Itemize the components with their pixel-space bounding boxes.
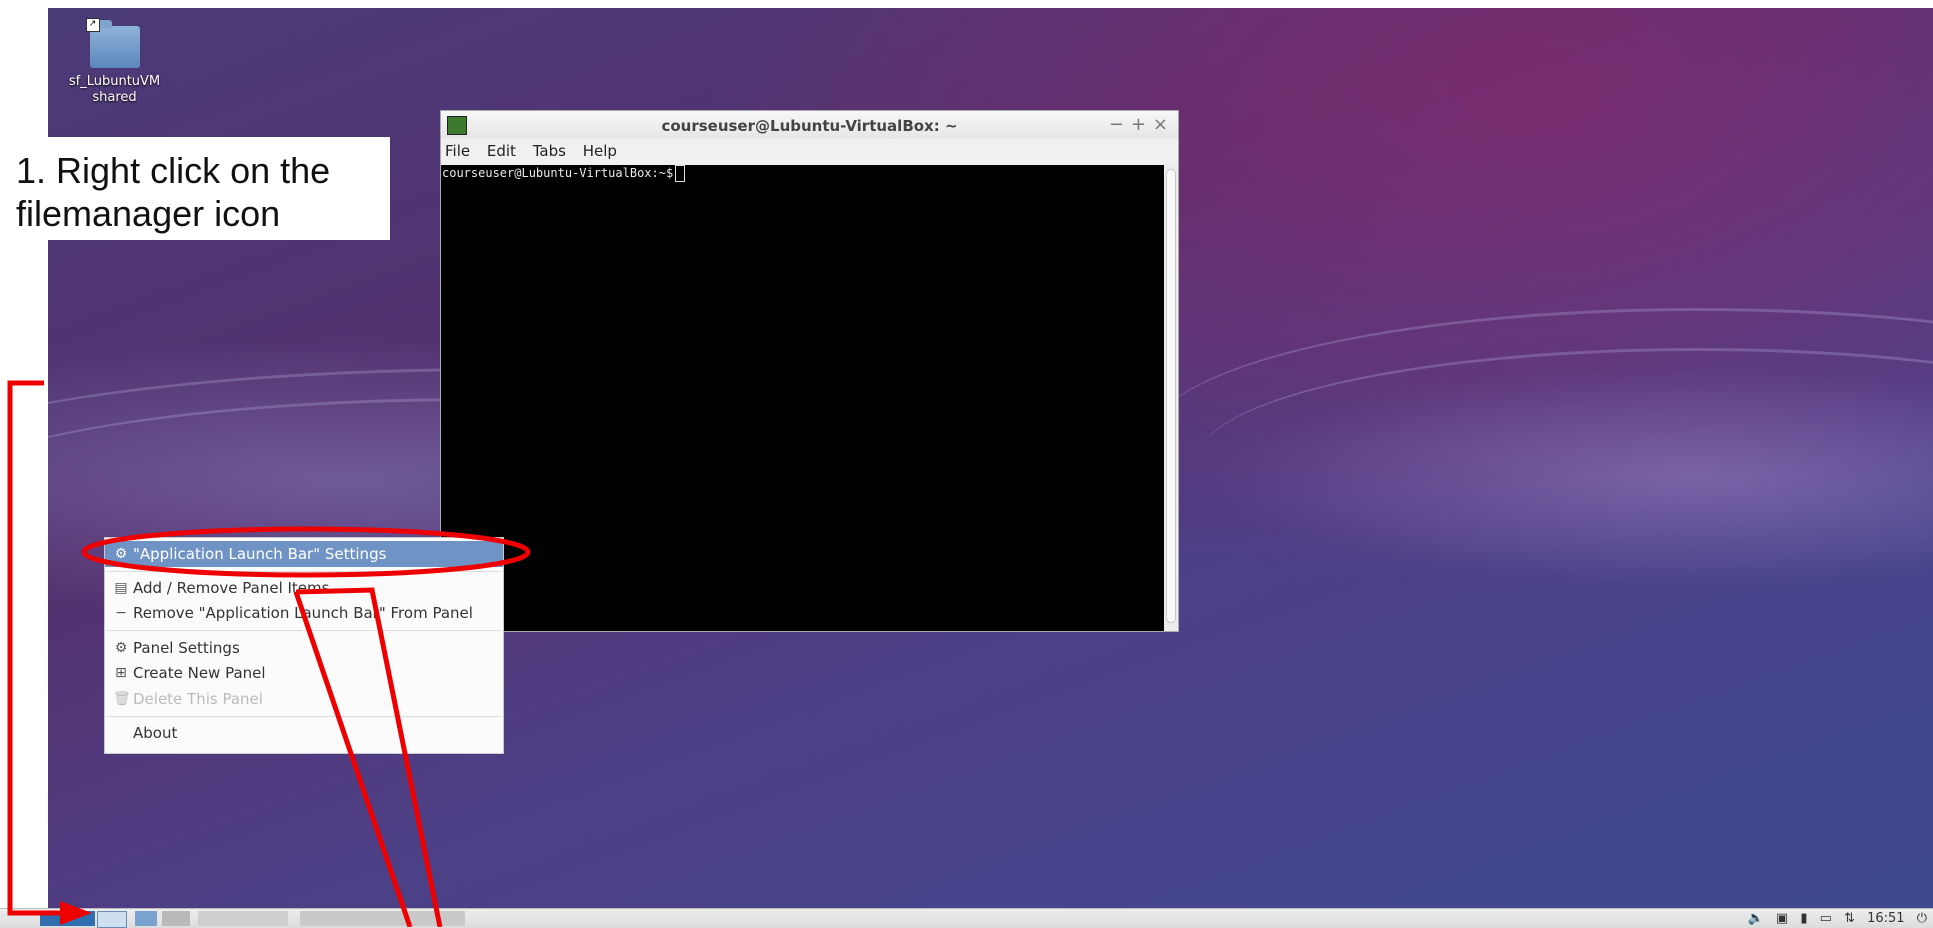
menu-item-panel-settings[interactable]: ⚙ Panel Settings bbox=[105, 635, 503, 661]
menu-separator bbox=[107, 630, 501, 631]
minus-icon: − bbox=[115, 605, 127, 621]
menu-tabs[interactable]: Tabs bbox=[533, 142, 566, 160]
terminal-titlebar[interactable]: courseuser@Lubuntu-VirtualBox: ~ − + × bbox=[441, 111, 1178, 139]
gear-icon: ⚙ bbox=[114, 546, 128, 562]
clipboard-icon[interactable]: ▭ bbox=[1820, 911, 1832, 926]
instruction-line-2: filemanager icon bbox=[16, 193, 281, 234]
menu-item-add-remove-panel-items[interactable]: ▤ Add / Remove Panel Items bbox=[105, 575, 503, 601]
add-icon: ⊞ bbox=[115, 665, 127, 681]
menu-file[interactable]: File bbox=[445, 142, 470, 160]
network-icon[interactable]: ⇅ bbox=[1844, 911, 1855, 926]
instruction-line-1: 1. Right click on the bbox=[16, 150, 331, 191]
shortcut-arrow-icon: ↗ bbox=[85, 18, 100, 32]
file-manager-launcher-icon[interactable] bbox=[97, 911, 127, 928]
trash-icon: 🗑 bbox=[113, 691, 131, 707]
desktop-shortcut-shared-folder[interactable]: ↗ sf_LubuntuVM shared bbox=[62, 18, 167, 106]
taskbar: 🔈 ▣ ▮ ▭ ⇅ 16:51 ⏻ bbox=[0, 908, 1933, 928]
taskbar-window-button[interactable] bbox=[198, 911, 288, 926]
list-icon: ▤ bbox=[114, 580, 128, 596]
terminal-menubar: File Edit Tabs Help bbox=[441, 139, 1178, 163]
menu-item-create-new-panel[interactable]: ⊞ Create New Panel bbox=[105, 660, 503, 686]
start-menu-button[interactable] bbox=[40, 911, 95, 926]
menu-item-delete-panel: 🗑 Delete This Panel bbox=[105, 686, 503, 712]
terminal-output-area[interactable]: courseuser@Lubuntu-VirtualBox:~$ bbox=[441, 165, 1164, 631]
maximize-button[interactable]: + bbox=[1131, 114, 1146, 135]
minimize-button[interactable]: − bbox=[1109, 114, 1124, 135]
panel-context-menu: ⚙ "Application Launch Bar" Settings ▤ Add … bbox=[104, 537, 504, 754]
volume-icon[interactable]: 🔈 bbox=[1748, 911, 1764, 926]
terminal-prompt: courseuser@Lubuntu-VirtualBox:~$ bbox=[442, 166, 674, 180]
terminal-cursor bbox=[675, 165, 686, 182]
menu-separator bbox=[107, 571, 501, 572]
folder-icon: ↗ bbox=[85, 18, 140, 68]
menu-item-launch-bar-settings[interactable]: ⚙ "Application Launch Bar" Settings bbox=[105, 541, 503, 567]
instruction-note: 1. Right click on the filemanager icon bbox=[0, 137, 390, 240]
scrollbar-thumb[interactable] bbox=[1166, 169, 1176, 623]
menu-edit[interactable]: Edit bbox=[487, 142, 516, 160]
keyboard-layout-icon[interactable]: ▣ bbox=[1776, 911, 1788, 926]
system-tray: 🔈 ▣ ▮ ▭ ⇅ 16:51 ⏻ bbox=[1740, 910, 1927, 927]
launcher-icon[interactable] bbox=[162, 911, 190, 926]
desktop-icon-label: sf_LubuntuVM shared bbox=[68, 74, 161, 105]
terminal-title: courseuser@Lubuntu-VirtualBox: ~ bbox=[661, 117, 958, 135]
taskbar-window-terminal[interactable] bbox=[300, 911, 465, 926]
power-icon[interactable]: ⏻ bbox=[1917, 911, 1927, 926]
menu-help[interactable]: Help bbox=[583, 142, 617, 160]
terminal-window[interactable]: courseuser@Lubuntu-VirtualBox: ~ − + × F… bbox=[440, 110, 1179, 632]
battery-icon[interactable]: ▮ bbox=[1800, 911, 1807, 926]
launcher-icon[interactable] bbox=[135, 911, 157, 926]
close-button[interactable]: × bbox=[1153, 114, 1168, 135]
gear-icon: ⚙ bbox=[114, 640, 128, 656]
menu-item-remove-launch-bar[interactable]: − Remove "Application Launch Bar" From Pa… bbox=[105, 600, 503, 626]
menu-separator bbox=[107, 716, 501, 717]
clock[interactable]: 16:51 bbox=[1867, 911, 1904, 926]
menu-item-about[interactable]: About bbox=[105, 720, 503, 746]
terminal-scrollbar[interactable] bbox=[1164, 165, 1178, 631]
terminal-prompt-line: courseuser@Lubuntu-VirtualBox:~$ bbox=[441, 165, 1164, 182]
